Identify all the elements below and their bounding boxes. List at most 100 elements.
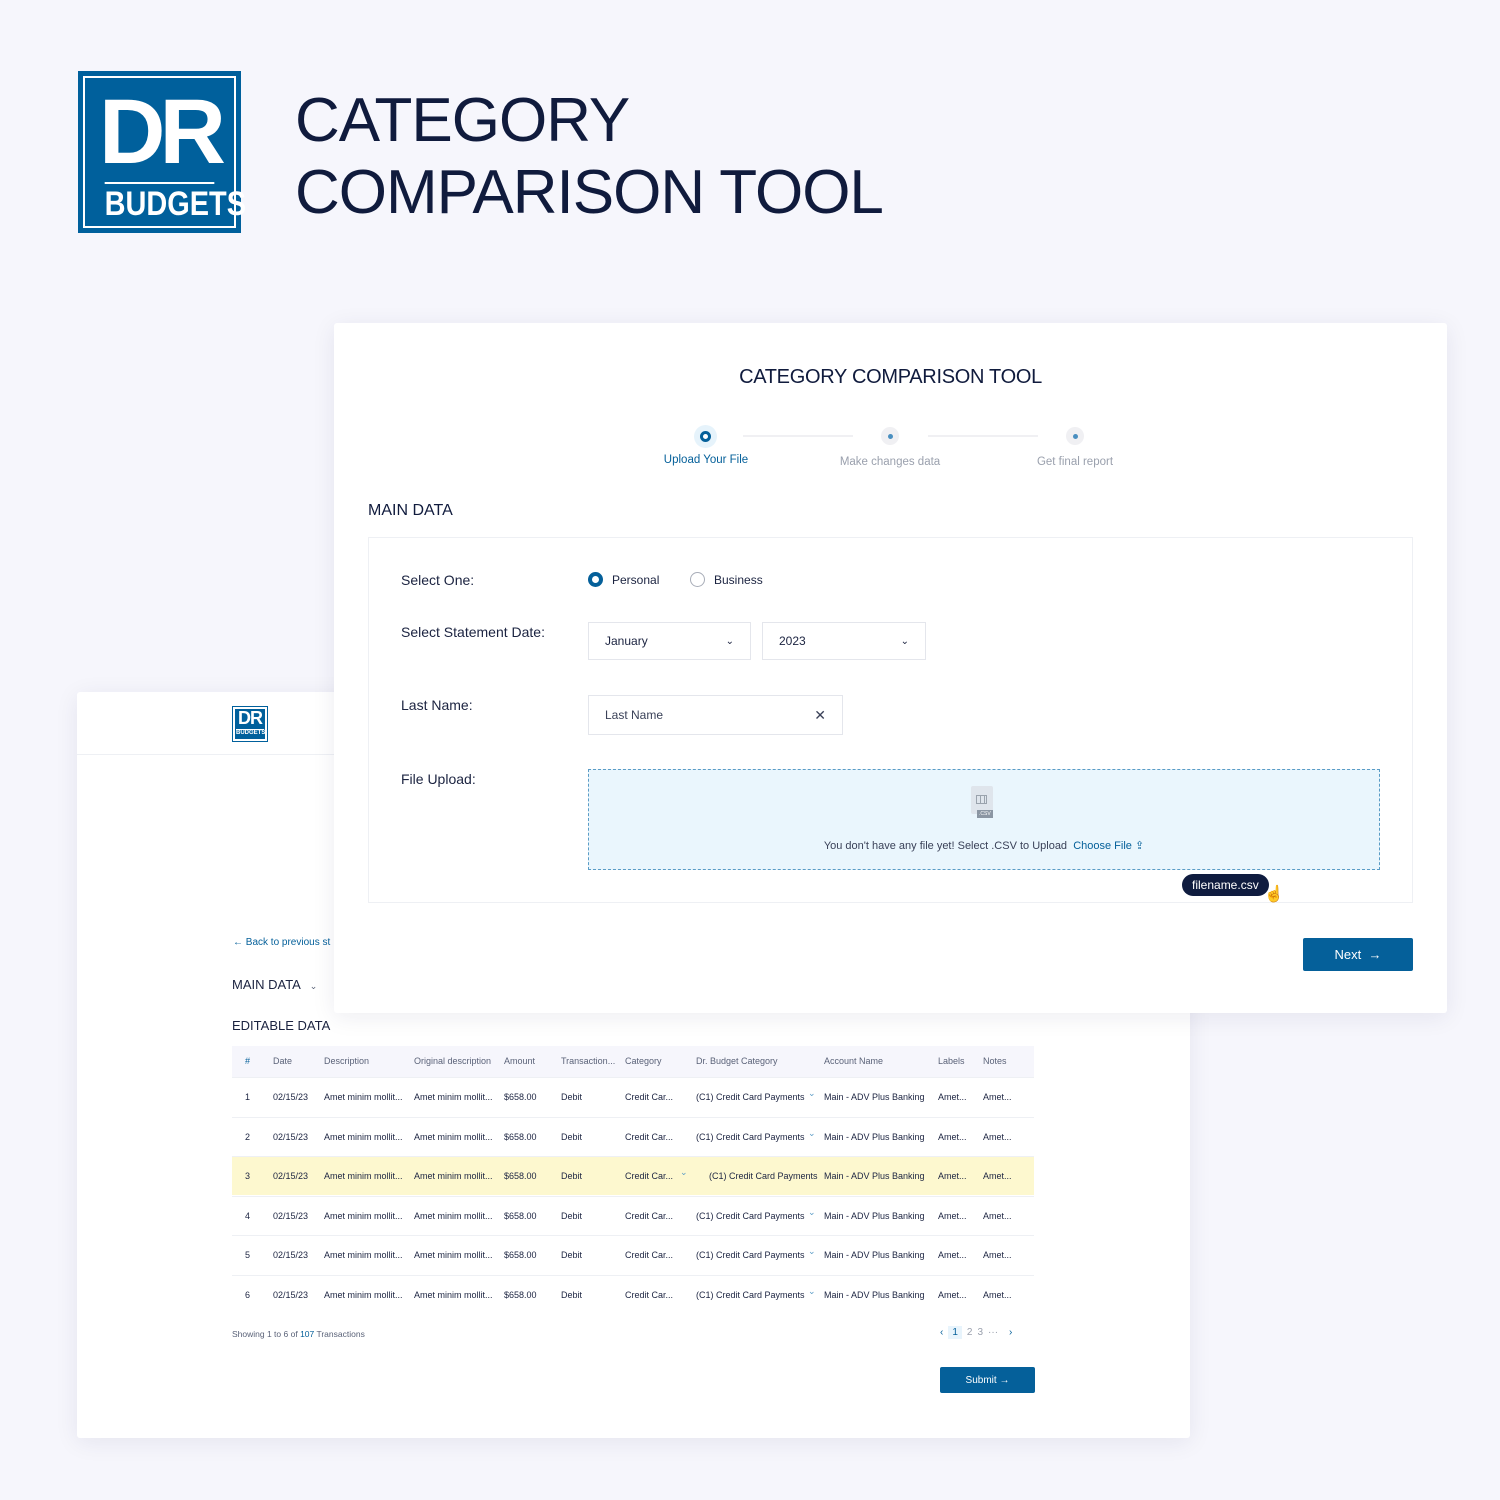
column-header-transaction-type[interactable]: Transaction...: [561, 1056, 615, 1066]
cell-transaction-type: Debit: [561, 1131, 583, 1142]
table-row[interactable]: 6 02/15/23 Amet minim mollit... Amet minim …: [232, 1274, 1034, 1314]
cell-date: 02/15/23: [273, 1092, 309, 1102]
cell-amount: $658.00: [504, 1092, 537, 1102]
table-row[interactable]: 2 02/15/23 Amet minim mollit... Amet minim …: [232, 1116, 1034, 1156]
small-logo: DR BUDGETS: [232, 706, 268, 742]
chevron-down-icon[interactable]: ⌄: [680, 1167, 688, 1178]
cell-dr-budget-category[interactable]: (C1) Credit Card Payments: [696, 1092, 805, 1102]
cell-date: 02/15/23: [273, 1289, 309, 1300]
column-header-dr-budget-category[interactable]: Dr. Budget Category: [696, 1056, 778, 1066]
next-button[interactable]: Next →: [1303, 938, 1413, 971]
cell-description: Amet minim mollit...: [324, 1289, 403, 1300]
year-select[interactable]: 2023 ⌄: [762, 622, 926, 660]
step-2-label[interactable]: Make changes data: [790, 456, 990, 468]
pagination: ‹ 1 2 3 ··· ›: [940, 1326, 1012, 1339]
date-label: Select Statement Date:: [401, 624, 545, 640]
cell-dr-budget-category[interactable]: (C1) Credit Card Payments: [696, 1211, 805, 1221]
select-one-label: Select One:: [401, 572, 475, 588]
column-header-description[interactable]: Description: [324, 1056, 369, 1066]
back-link[interactable]: ← Back to previous st: [233, 937, 330, 948]
cell-amount: $658.00: [504, 1250, 537, 1260]
cell-category[interactable]: Credit Car...: [625, 1171, 673, 1181]
cell-date: 02/15/23: [273, 1171, 309, 1181]
upload-text: You don't have any file yet! Select .CSV…: [823, 840, 1145, 852]
cell-dr-budget-category[interactable]: (C1) Credit Card Payments: [696, 1250, 805, 1260]
column-header-amount[interactable]: Amount: [504, 1056, 535, 1066]
file-dropzone[interactable]: [588, 769, 1380, 870]
cell-labels: Amet...: [938, 1289, 967, 1300]
cell-dr-budget-category[interactable]: (C1) Credit Card Payments: [696, 1132, 805, 1142]
cell-date: 02/15/23: [273, 1131, 309, 1142]
cell-description: Amet minim mollit...: [324, 1210, 403, 1221]
cell-original-description: Amet minim mollit...: [414, 1210, 493, 1221]
cell-account-name: Main - ADV Plus Banking: [824, 1092, 925, 1102]
section-title: MAIN DATA: [368, 502, 453, 519]
table-row[interactable]: 1 02/15/23 Amet minim mollit... Amet minim …: [232, 1077, 1034, 1116]
column-header-account-name[interactable]: Account Name: [824, 1056, 883, 1066]
page-3[interactable]: 3: [977, 1327, 983, 1338]
step-3-label[interactable]: Get final report: [975, 456, 1175, 468]
cell-labels: Amet...: [938, 1250, 967, 1260]
column-header-date[interactable]: Date: [273, 1056, 292, 1066]
cell-category[interactable]: Credit Car...: [625, 1290, 673, 1300]
cell-index: 3: [245, 1171, 251, 1181]
cell-description: Amet minim mollit...: [324, 1250, 403, 1260]
last-name-input[interactable]: Last Name ✕: [588, 695, 843, 735]
more-pages[interactable]: ···: [988, 1327, 998, 1338]
choose-file-link[interactable]: Choose File: [1073, 840, 1132, 852]
submit-button[interactable]: Submit →: [940, 1367, 1035, 1393]
clear-icon[interactable]: ✕: [814, 707, 826, 724]
column-header-index[interactable]: #: [245, 1056, 250, 1066]
radio-personal[interactable]: Personal: [588, 572, 659, 587]
cell-index: 1: [245, 1092, 251, 1102]
page-2[interactable]: 2: [967, 1327, 973, 1338]
cell-date: 02/15/23: [273, 1210, 309, 1221]
column-header-original-description[interactable]: Original description: [414, 1056, 491, 1066]
chevron-down-icon[interactable]: ⌄: [808, 1207, 816, 1218]
cell-index: 4: [245, 1210, 251, 1221]
step-3-icon[interactable]: [1066, 427, 1084, 445]
cell-description: Amet minim mollit...: [324, 1131, 403, 1142]
cell-date: 02/15/23: [273, 1250, 309, 1260]
editable-data-heading: EDITABLE DATA: [232, 1018, 331, 1033]
cell-transaction-type: Debit: [561, 1092, 583, 1102]
cell-account-name: Main - ADV Plus Banking: [824, 1250, 925, 1260]
month-select[interactable]: January ⌄: [588, 622, 751, 660]
next-page-icon[interactable]: ›: [1009, 1327, 1012, 1338]
step-2-icon[interactable]: [881, 427, 899, 445]
column-header-notes[interactable]: Notes: [983, 1056, 1007, 1066]
cell-category[interactable]: Credit Car...: [625, 1211, 673, 1221]
prev-page-icon[interactable]: ‹: [940, 1327, 943, 1338]
cell-original-description: Amet minim mollit...: [414, 1131, 493, 1142]
table-row[interactable]: 3 02/15/23 Amet minim mollit... Amet minim …: [232, 1156, 1034, 1195]
cell-category[interactable]: Credit Car...: [625, 1250, 673, 1260]
table-row[interactable]: 5 02/15/23 Amet minim mollit... Amet minim …: [232, 1235, 1034, 1274]
cell-account-name: Main - ADV Plus Banking: [824, 1171, 925, 1181]
cell-dr-budget-category[interactable]: (C1) Credit Card Payments: [696, 1290, 805, 1300]
column-header-category[interactable]: Category: [625, 1056, 662, 1066]
chevron-down-icon[interactable]: ⌄: [808, 1246, 816, 1257]
cell-category[interactable]: Credit Car...: [625, 1092, 673, 1102]
cell-transaction-type: Debit: [561, 1250, 583, 1260]
main-data-collapse[interactable]: MAIN DATA ⌄: [232, 977, 317, 992]
cell-notes: Amet...: [983, 1250, 1012, 1260]
radio-business[interactable]: Business: [690, 572, 763, 587]
tool-title: CATEGORY COMPARISON TOOL: [739, 366, 1042, 388]
chevron-down-icon[interactable]: ⌄: [808, 1286, 816, 1297]
cell-transaction-type: Debit: [561, 1171, 583, 1181]
table-row[interactable]: 4 02/15/23 Amet minim mollit... Amet minim …: [232, 1195, 1034, 1235]
cell-labels: Amet...: [938, 1092, 967, 1102]
cell-account-name: Main - ADV Plus Banking: [824, 1289, 925, 1300]
chevron-down-icon[interactable]: ⌄: [808, 1088, 816, 1099]
cell-dr-budget-category[interactable]: (C1) Credit Card Payments: [709, 1171, 818, 1181]
step-1-label[interactable]: Upload Your File: [606, 454, 806, 466]
page-1[interactable]: 1: [948, 1326, 962, 1339]
cell-category[interactable]: Credit Car...: [625, 1132, 673, 1142]
cell-notes: Amet...: [983, 1289, 1012, 1300]
cell-index: 6: [245, 1289, 251, 1300]
chevron-down-icon: ⌄: [725, 635, 734, 647]
cell-index: 5: [245, 1250, 251, 1260]
step-1-icon[interactable]: [694, 425, 717, 448]
column-header-labels[interactable]: Labels: [938, 1056, 965, 1066]
chevron-down-icon[interactable]: ⌄: [808, 1128, 816, 1139]
